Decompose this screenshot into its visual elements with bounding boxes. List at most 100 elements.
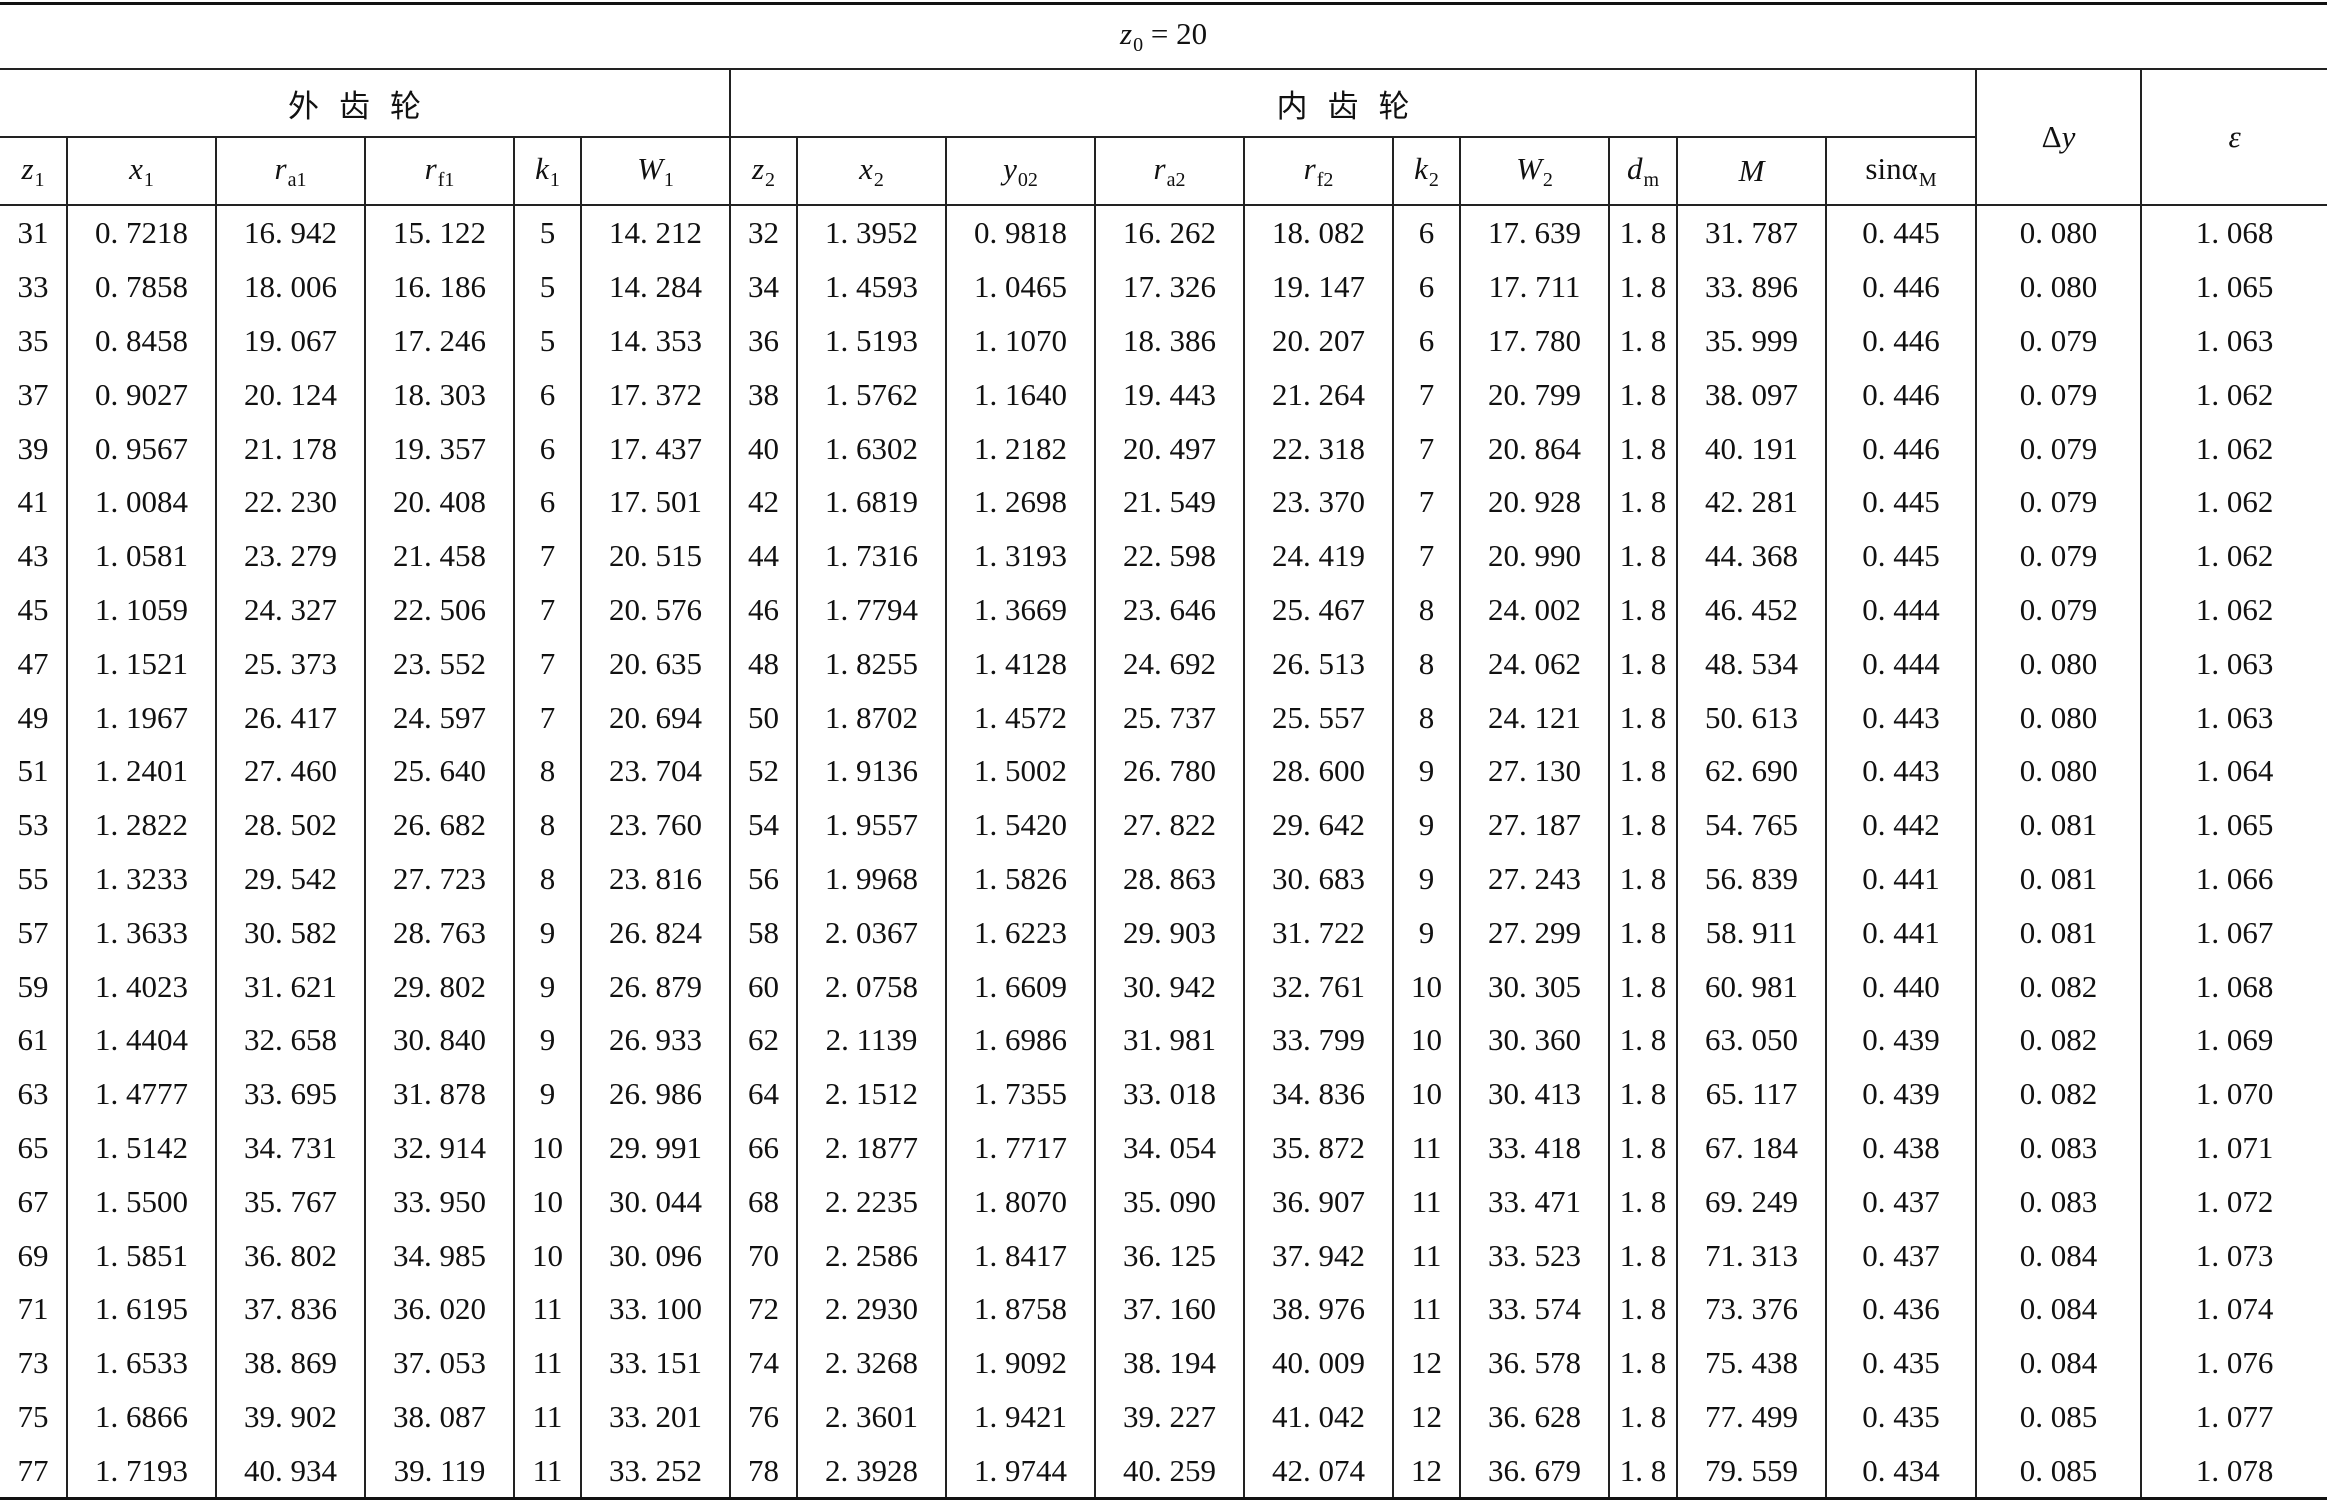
table-cell: 7 xyxy=(1392,367,1460,422)
table-cell: 1. 063 xyxy=(2139,313,2327,368)
table-cell: 7 xyxy=(513,582,581,637)
group-header-external-gear: 外齿轮 xyxy=(0,69,730,138)
table-row: 43 1. 0581 23. 279 21. 458 7 20. 515 44 1. 7316… xyxy=(0,528,2327,583)
table-cell: 56 xyxy=(729,851,797,906)
table-row: 61 1. 4404 32. 658 30. 840 9 26. 933 62 2. 1139… xyxy=(0,1012,2327,1067)
table-cell: 31. 621 xyxy=(215,959,365,1013)
table-cell: 12 xyxy=(1392,1443,1460,1500)
table-cell: 11 xyxy=(513,1281,581,1336)
table-cell: 33 xyxy=(17,269,49,305)
table-cell: 1. 8417 xyxy=(945,1228,1095,1282)
table-cell: 1. 8 xyxy=(1608,474,1677,529)
table-cell: 48. 534 xyxy=(1676,636,1826,691)
table-cell: 1. 068 xyxy=(2139,205,2327,260)
table-cell: 38 xyxy=(729,367,797,422)
column-header: z2 xyxy=(729,137,797,206)
table-cell: 17. 501 xyxy=(580,474,730,529)
table-cell: 25. 373 xyxy=(215,636,365,691)
table-row: 31 0. 7218 16. 942 15. 122 5 14. 212 32 1. 3952… xyxy=(0,205,2327,260)
table-cell: 1. 6609 xyxy=(945,959,1095,1013)
table-cell: 26. 780 xyxy=(1094,743,1244,798)
table-cell: 2. 0758 xyxy=(796,959,946,1013)
table-cell: 8 xyxy=(1392,582,1460,637)
table-cell: 1. 062 xyxy=(2139,367,2327,422)
table-cell: 0. 081 xyxy=(1975,905,2141,960)
table-cell: 33. 151 xyxy=(580,1335,730,1390)
table-cell: 40. 191 xyxy=(1676,421,1826,475)
table-cell: 31 xyxy=(17,215,49,251)
table-cell: 1. 1070 xyxy=(945,313,1095,368)
table-cell: 1. 5142 xyxy=(66,1120,216,1175)
table-cell: 23. 760 xyxy=(580,797,730,852)
table-cell: 21. 178 xyxy=(215,421,365,475)
table-cell: 35. 999 xyxy=(1676,313,1826,368)
table-cell: 0. 081 xyxy=(1975,851,2141,906)
table-cell: 34. 054 xyxy=(1094,1120,1244,1175)
table-cell: 1. 8 xyxy=(1608,743,1677,798)
table-cell: 12 xyxy=(1392,1389,1460,1444)
table-row: 53 1. 2822 28. 502 26. 682 8 23. 760 54 1. 9557… xyxy=(0,797,2327,852)
table-cell: 16. 262 xyxy=(1094,205,1244,260)
gear-parameter-table: z0 = 20 外齿轮 内齿轮 Δy ε z1 x1 ra1 rf1 k1 W1 z2 x2 y… xyxy=(0,2,2327,1500)
table-cell: 58. 911 xyxy=(1676,905,1826,960)
table-cell: 30. 360 xyxy=(1459,1012,1609,1067)
table-cell: 11 xyxy=(1392,1174,1460,1229)
table-cell: 0. 080 xyxy=(1975,690,2141,744)
table-cell: 2. 1877 xyxy=(796,1120,946,1175)
table-cell: 1. 8 xyxy=(1608,367,1677,422)
table-cell: 24. 002 xyxy=(1459,582,1609,637)
table-cell: 1. 1059 xyxy=(66,582,216,637)
table-cell: 11 xyxy=(1392,1281,1460,1336)
table-cell: 24. 327 xyxy=(215,582,365,637)
table-cell: 0. 446 xyxy=(1825,259,1976,314)
table-cell: 1. 8 xyxy=(1608,421,1677,475)
table-cell: 2. 2586 xyxy=(796,1228,946,1282)
table-row: 37 0. 9027 20. 124 18. 303 6 17. 372 38 1. 5762… xyxy=(0,367,2327,422)
table-cell: 0. 439 xyxy=(1825,1066,1976,1121)
table-cell: 7 xyxy=(1392,528,1460,583)
table-cell: 32. 658 xyxy=(215,1012,365,1067)
table-cell: 23. 279 xyxy=(215,528,365,583)
table-cell: 1. 8 xyxy=(1608,690,1677,744)
table-cell: 1. 1967 xyxy=(66,690,216,744)
table-cell: 33. 100 xyxy=(580,1281,730,1336)
table-cell: 1. 3233 xyxy=(66,851,216,906)
table-cell: 32. 761 xyxy=(1243,959,1393,1013)
table-cell: 26. 933 xyxy=(580,1012,730,1067)
table-cell: 7 xyxy=(1392,421,1460,475)
table-cell: 1. 063 xyxy=(2139,690,2327,744)
table-cell: 39 xyxy=(17,430,49,466)
table-cell: 20. 635 xyxy=(580,636,730,691)
table-cell: 1. 9557 xyxy=(796,797,946,852)
table-row: 39 0. 9567 21. 178 19. 357 6 17. 437 40 1. 6302… xyxy=(0,421,2327,475)
table-cell: 1. 8 xyxy=(1608,1174,1677,1229)
table-cell: 1. 4128 xyxy=(945,636,1095,691)
table-cell: 1. 4777 xyxy=(66,1066,216,1121)
column-header: y02 xyxy=(945,137,1095,206)
table-cell: 0. 083 xyxy=(1975,1120,2141,1175)
table-cell: 33. 574 xyxy=(1459,1281,1609,1336)
table-cell: 10 xyxy=(1392,1012,1460,1067)
table-cell: 17. 780 xyxy=(1459,313,1609,368)
table-cell: 17. 711 xyxy=(1459,259,1609,314)
table-cell: 5 xyxy=(513,313,581,368)
table-cell: 1. 6223 xyxy=(945,905,1095,960)
table-cell: 8 xyxy=(1392,690,1460,744)
table-cell: 39. 227 xyxy=(1094,1389,1244,1444)
table-cell: 20. 694 xyxy=(580,690,730,744)
table-cell: 1. 062 xyxy=(2139,421,2327,475)
table-cell: 0. 085 xyxy=(1975,1443,2141,1500)
table-cell: 1. 5762 xyxy=(796,367,946,422)
table-cell: 1. 7316 xyxy=(796,528,946,583)
table-cell: 23. 552 xyxy=(364,636,514,691)
table-cell: 1. 063 xyxy=(2139,636,2327,691)
table-cell: 1. 6533 xyxy=(66,1335,216,1390)
table-cell: 8 xyxy=(513,797,581,852)
column-header: k2 xyxy=(1392,137,1460,206)
table-cell: 0. 435 xyxy=(1825,1335,1976,1390)
table-cell: 0. 084 xyxy=(1975,1335,2141,1390)
table-cell: 20. 207 xyxy=(1243,313,1393,368)
table-cell: 43 xyxy=(17,538,49,574)
column-header: dm xyxy=(1608,137,1677,206)
table-cell: 0. 079 xyxy=(1975,474,2141,529)
